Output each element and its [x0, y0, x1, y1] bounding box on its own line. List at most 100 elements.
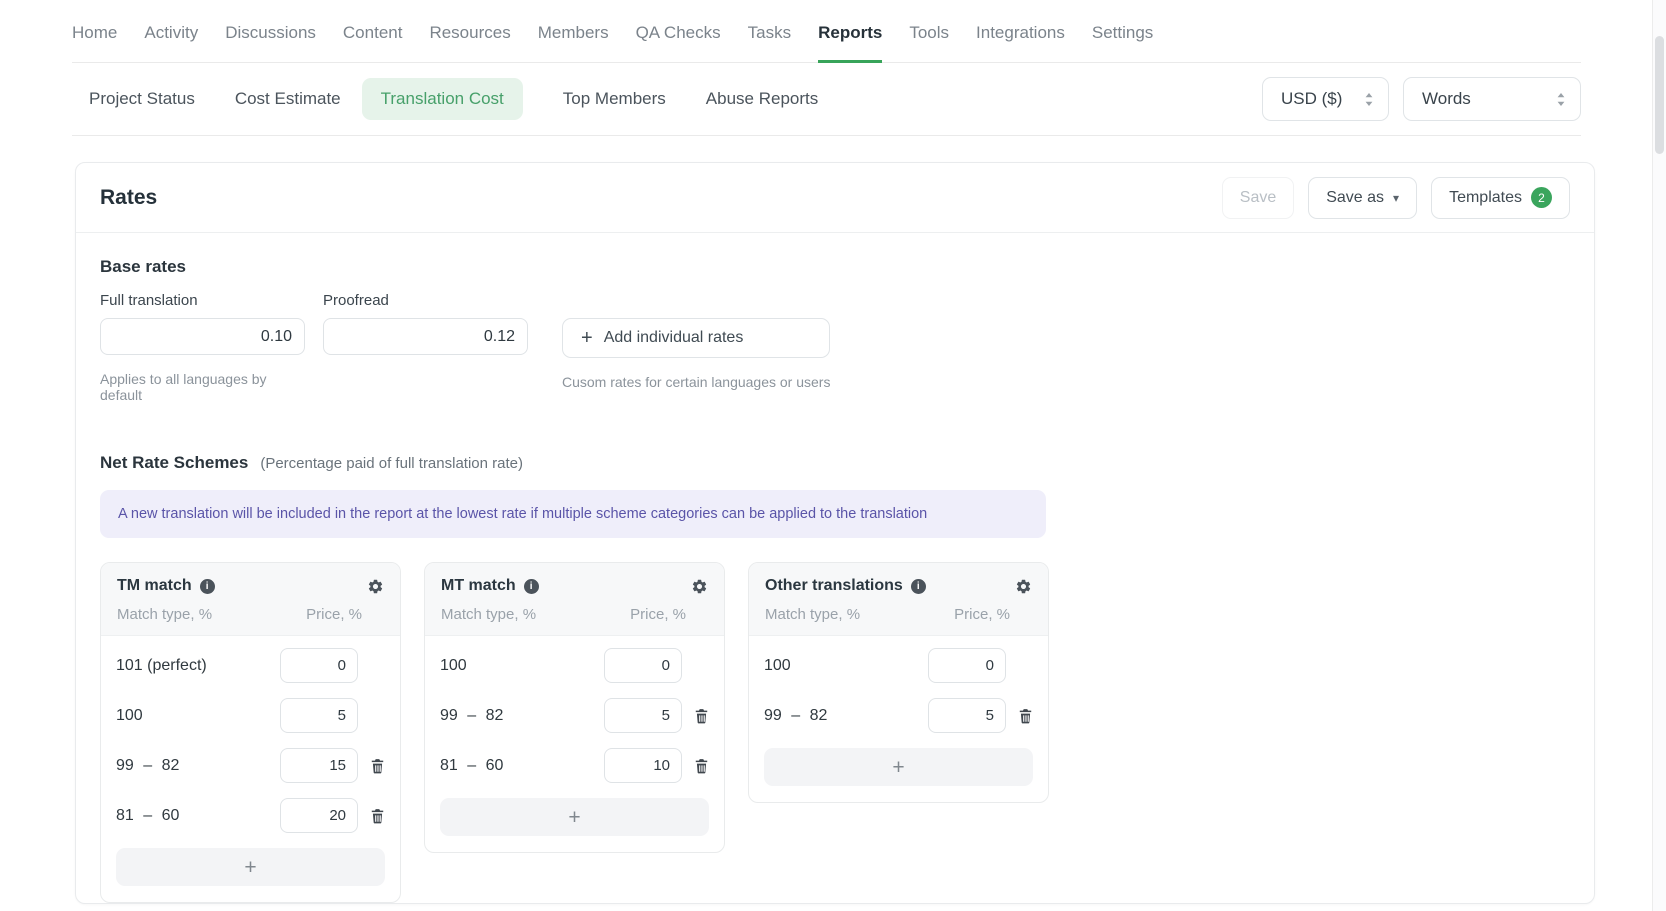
nav-item-qa-checks[interactable]: QA Checks: [636, 23, 721, 62]
trash-icon[interactable]: [1018, 708, 1033, 724]
trash-icon[interactable]: [370, 758, 385, 774]
select-arrows-icon: [1556, 92, 1566, 107]
tm-match-card: TM match i Match type, % Price, %: [100, 562, 401, 903]
price-input[interactable]: [604, 648, 682, 683]
price-input[interactable]: [604, 748, 682, 783]
table-row: 100: [440, 648, 709, 683]
net-rate-schemes-heading: Net Rate Schemes: [100, 453, 248, 473]
nav-item-reports[interactable]: Reports: [818, 23, 882, 62]
info-icon[interactable]: i: [200, 579, 215, 594]
price-input[interactable]: [280, 648, 358, 683]
templates-label: Templates: [1449, 189, 1522, 207]
match-type-label: 100: [116, 707, 280, 725]
nav-item-settings[interactable]: Settings: [1092, 23, 1153, 62]
table-row: 81 – 60: [116, 798, 385, 833]
match-type-column-header: Match type, %: [765, 606, 860, 623]
nav-item-home[interactable]: Home: [72, 23, 117, 62]
scrollbar-track[interactable]: [1652, 0, 1666, 911]
price-input[interactable]: [280, 698, 358, 733]
full-translation-rate-input[interactable]: [100, 318, 305, 355]
price-input[interactable]: [928, 698, 1006, 733]
rates-panel-body: Base rates Full translation Applies to a…: [76, 233, 1594, 903]
tab-abuse-reports[interactable]: Abuse Reports: [706, 89, 818, 109]
match-type-column-header: Match type, %: [117, 606, 212, 623]
price-input[interactable]: [928, 648, 1006, 683]
info-icon[interactable]: i: [524, 579, 539, 594]
base-rates-section: Base rates Full translation Applies to a…: [100, 257, 1570, 403]
add-individual-rates-button[interactable]: + Add individual rates: [562, 318, 830, 358]
proofread-rate-input[interactable]: [323, 318, 528, 355]
other-translations-card: Other translations i Match type, % Price…: [748, 562, 1049, 803]
price-input[interactable]: [280, 798, 358, 833]
gear-icon[interactable]: [691, 578, 708, 595]
unit-select[interactable]: Words: [1403, 77, 1581, 121]
match-type-label: 99 – 82: [764, 707, 928, 725]
net-rate-schemes-section: Net Rate Schemes (Percentage paid of ful…: [100, 453, 1570, 903]
table-row: 101 (perfect): [116, 648, 385, 683]
tab-project-status[interactable]: Project Status: [89, 89, 195, 109]
proofread-group: Proofread: [323, 292, 528, 403]
full-translation-group: Full translation Applies to all language…: [100, 292, 305, 403]
nav-item-activity[interactable]: Activity: [144, 23, 198, 62]
gear-icon[interactable]: [367, 578, 384, 595]
mt-match-body: 100 99 – 82 81 – 60: [425, 636, 724, 852]
net-rate-schemes-heading-row: Net Rate Schemes (Percentage paid of ful…: [100, 453, 1570, 473]
currency-select[interactable]: USD ($): [1262, 77, 1389, 121]
unit-select-value: Words: [1422, 89, 1471, 109]
rates-actions: Save Save as ▾ Templates 2: [1222, 177, 1570, 219]
add-row-button[interactable]: +: [764, 748, 1033, 786]
nav-item-content[interactable]: Content: [343, 23, 403, 62]
templates-button[interactable]: Templates 2: [1431, 177, 1570, 219]
mt-match-title: MT match: [441, 577, 516, 595]
base-rates-heading: Base rates: [100, 257, 1570, 277]
tab-translation-cost[interactable]: Translation Cost: [362, 78, 523, 120]
table-row: 99 – 82: [116, 748, 385, 783]
select-arrows-icon: [1364, 92, 1374, 107]
individual-rates-helper: Cusom rates for certain languages or use…: [562, 374, 830, 390]
match-type-label: 100: [440, 657, 604, 675]
templates-count-badge: 2: [1531, 187, 1552, 208]
nav-item-resources[interactable]: Resources: [429, 23, 510, 62]
full-translation-label: Full translation: [100, 292, 305, 309]
nav-item-tasks[interactable]: Tasks: [748, 23, 791, 62]
tab-cost-estimate[interactable]: Cost Estimate: [235, 89, 341, 109]
base-rates-row: Full translation Applies to all language…: [100, 292, 1570, 403]
tab-top-members[interactable]: Top Members: [563, 89, 666, 109]
scrollbar-thumb[interactable]: [1655, 36, 1664, 154]
lowest-rate-info-banner: A new translation will be included in th…: [100, 490, 1046, 538]
full-translation-helper: Applies to all languages by default: [100, 371, 305, 403]
match-type-label: 101 (perfect): [116, 657, 280, 675]
info-icon[interactable]: i: [911, 579, 926, 594]
plus-icon: +: [581, 328, 593, 348]
trash-icon[interactable]: [694, 758, 709, 774]
add-row-button[interactable]: +: [116, 848, 385, 886]
table-row: 100: [116, 698, 385, 733]
nav-item-integrations[interactable]: Integrations: [976, 23, 1065, 62]
nav-item-members[interactable]: Members: [538, 23, 609, 62]
price-input[interactable]: [280, 748, 358, 783]
trash-icon[interactable]: [694, 708, 709, 724]
save-as-label: Save as: [1326, 189, 1384, 207]
save-button[interactable]: Save: [1222, 177, 1294, 219]
currency-select-value: USD ($): [1281, 89, 1342, 109]
add-individual-rates-label: Add individual rates: [604, 329, 744, 347]
tm-match-head: TM match i Match type, % Price, %: [101, 563, 400, 636]
save-as-button[interactable]: Save as ▾: [1308, 177, 1417, 219]
rates-panel: Rates Save Save as ▾ Templates 2 Base ra…: [75, 162, 1595, 904]
match-type-label: 99 – 82: [116, 757, 280, 775]
reports-subnav: Project Status Cost Estimate Translation…: [72, 63, 1581, 136]
net-rate-schemes-subheading: (Percentage paid of full translation rat…: [260, 455, 523, 472]
table-row: 99 – 82: [764, 698, 1033, 733]
other-translations-title: Other translations: [765, 577, 903, 595]
gear-icon[interactable]: [1015, 578, 1032, 595]
scheme-cards: TM match i Match type, % Price, %: [100, 562, 1570, 903]
mt-match-head: MT match i Match type, % Price, %: [425, 563, 724, 636]
nav-item-discussions[interactable]: Discussions: [225, 23, 316, 62]
mt-match-card: MT match i Match type, % Price, %: [424, 562, 725, 853]
price-input[interactable]: [604, 698, 682, 733]
trash-icon[interactable]: [370, 808, 385, 824]
nav-item-tools[interactable]: Tools: [909, 23, 949, 62]
report-filters: USD ($) Words: [1262, 77, 1581, 121]
match-type-column-header: Match type, %: [441, 606, 536, 623]
add-row-button[interactable]: +: [440, 798, 709, 836]
